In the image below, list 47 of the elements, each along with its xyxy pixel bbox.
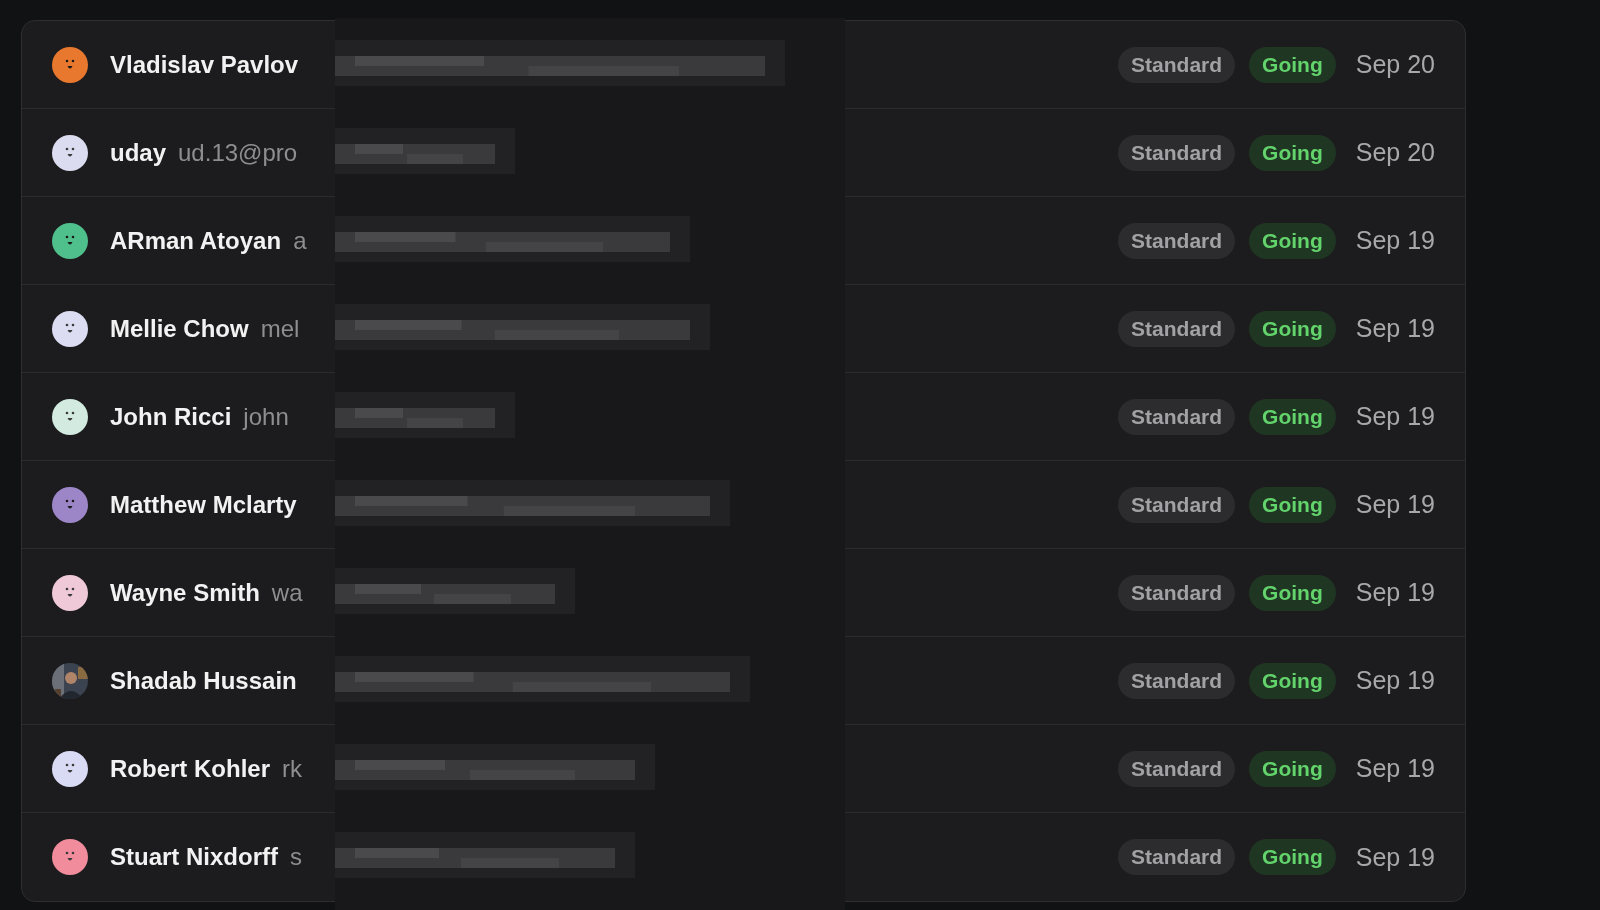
registration-date: Sep 19: [1355, 226, 1435, 255]
status-tag: Going: [1249, 750, 1336, 787]
guest-name: ARman Atoyan: [110, 226, 282, 255]
ticket-tag: Standard: [1118, 310, 1236, 347]
registration-date: Sep 20: [1355, 50, 1435, 79]
status-tag: Going: [1249, 486, 1336, 523]
status-tag: Going: [1249, 222, 1336, 259]
ticket-tag: Standard: [1118, 750, 1236, 787]
ticket-tag: Standard: [1118, 46, 1236, 83]
status-tag: Going: [1249, 46, 1336, 83]
guest-name: uday: [110, 138, 166, 167]
guest-name: Robert Kohler: [110, 754, 270, 783]
guest-name: Wayne Smith: [110, 578, 260, 607]
guest-email: john: [243, 402, 289, 431]
ticket-tag: Standard: [1118, 486, 1236, 523]
registration-date: Sep 19: [1355, 314, 1435, 343]
guest-name: Matthew Mclarty: [110, 490, 297, 519]
guest-email: a: [293, 226, 307, 255]
status-tag: Going: [1249, 398, 1336, 435]
ticket-tag: Standard: [1118, 134, 1236, 171]
status-tag: Going: [1249, 839, 1336, 875]
registration-date: Sep 19: [1355, 842, 1435, 872]
guest-email: s: [290, 843, 302, 871]
registration-date: Sep 19: [1355, 578, 1435, 607]
guest-email: ud.13@pro: [178, 138, 298, 167]
registration-date: Sep 19: [1355, 490, 1435, 519]
status-tag: Going: [1249, 574, 1336, 611]
ticket-tag: Standard: [1118, 574, 1236, 611]
ticket-tag: Standard: [1118, 839, 1236, 875]
guest-name: Shadab Hussain: [110, 666, 297, 695]
status-tag: Going: [1249, 662, 1336, 699]
registration-date: Sep 19: [1355, 666, 1435, 695]
ticket-tag: Standard: [1118, 398, 1236, 435]
status-tag: Going: [1249, 134, 1336, 171]
guest-email: mel: [260, 314, 300, 343]
registration-date: Sep 19: [1355, 402, 1435, 431]
guest-name: Vladislav Pavlov: [110, 50, 299, 79]
ticket-tag: Standard: [1118, 222, 1236, 259]
ticket-tag: Standard: [1118, 662, 1236, 699]
guest-email: wa: [271, 578, 303, 607]
registration-date: Sep 19: [1355, 754, 1435, 783]
guest-name: Stuart Nixdorff: [110, 843, 278, 871]
status-tag: Going: [1249, 310, 1336, 347]
guest-name: John Ricci: [110, 402, 232, 431]
guest-email: rk: [282, 754, 302, 783]
guest-name: Mellie Chow: [110, 314, 249, 343]
registration-date: Sep 20: [1355, 138, 1435, 167]
